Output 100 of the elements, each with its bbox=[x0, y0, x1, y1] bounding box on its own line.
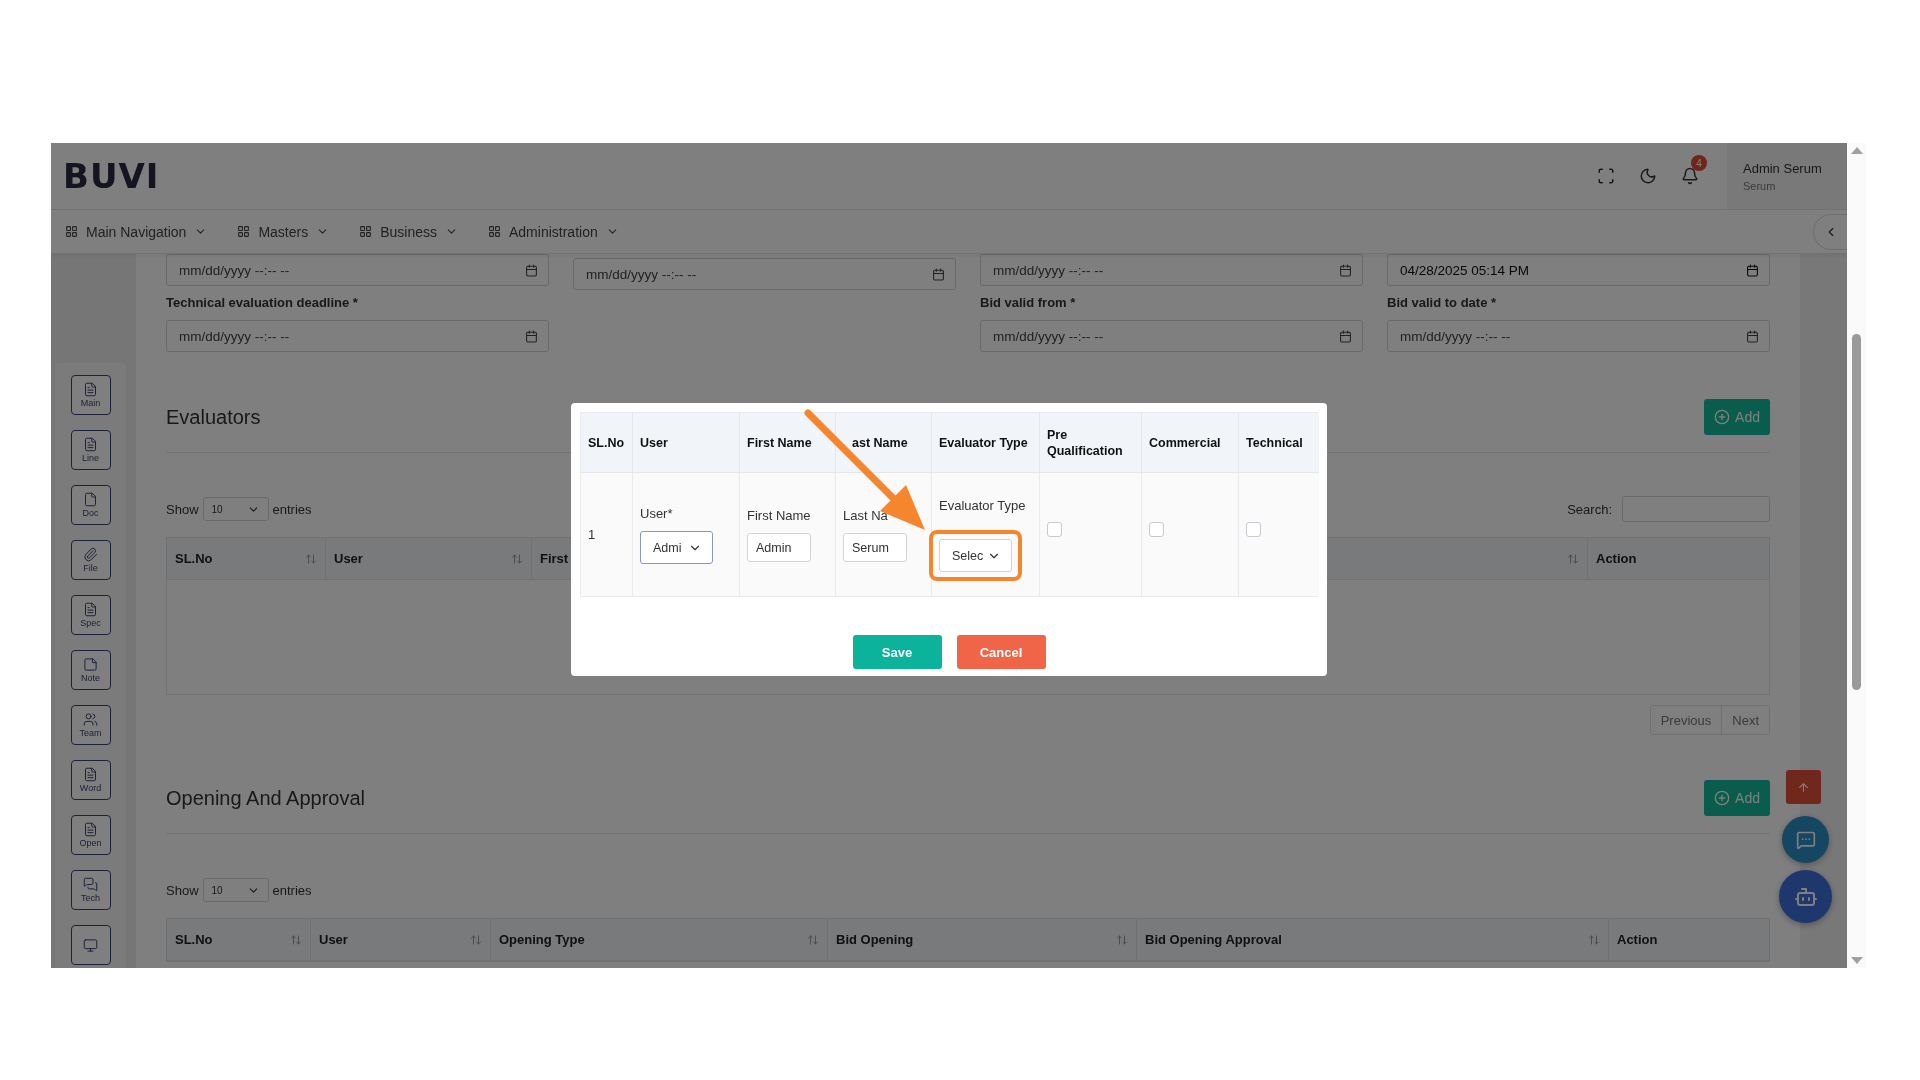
sidebar-button[interactable]: File bbox=[70, 540, 111, 580]
entries-select[interactable]: 10 bbox=[202, 878, 269, 902]
pagination-button[interactable]: Next bbox=[1721, 706, 1769, 734]
table-cell-text: 1 bbox=[588, 525, 597, 544]
collapse-button[interactable] bbox=[1813, 213, 1847, 250]
column-header: User bbox=[640, 434, 668, 451]
field-label: Technical evaluation deadline * bbox=[166, 294, 359, 312]
calendar-icon bbox=[1339, 329, 1352, 343]
field-label: Bid valid from * bbox=[980, 294, 1077, 312]
note-icon bbox=[83, 657, 98, 672]
column-header: Evaluator Type bbox=[939, 434, 1028, 451]
fullscreen-icon[interactable] bbox=[1597, 167, 1615, 185]
nav-menu-item[interactable]: Business bbox=[359, 223, 458, 240]
logo: BUVI bbox=[63, 156, 160, 196]
column-header[interactable]: First bbox=[540, 551, 569, 566]
date-field[interactable]: mm/dd/yyyy --:-- -- bbox=[166, 254, 549, 286]
calendar-icon bbox=[1746, 263, 1759, 277]
column-header[interactable]: Bid Opening bbox=[836, 932, 914, 947]
arrow-up-icon bbox=[1797, 780, 1810, 794]
notification-icon[interactable] bbox=[1681, 167, 1699, 185]
document-icon bbox=[83, 767, 98, 782]
column-header: SL.No bbox=[588, 434, 625, 451]
sidebar-button[interactable]: Line bbox=[70, 430, 111, 470]
calendar-icon bbox=[932, 267, 945, 281]
column-header[interactable]: Action bbox=[1596, 551, 1637, 566]
document-icon bbox=[83, 602, 98, 617]
column-header[interactable]: Opening Type bbox=[499, 932, 585, 947]
people-icon bbox=[83, 712, 98, 727]
notification-badge: 4 bbox=[1691, 155, 1707, 171]
sort-icon[interactable] bbox=[1567, 552, 1579, 565]
column-header: Commercial bbox=[1149, 434, 1221, 451]
show-label: Show bbox=[166, 882, 199, 898]
sidebar-button[interactable]: Spec bbox=[70, 595, 111, 635]
sidebar-button[interactable]: Note bbox=[70, 650, 111, 690]
search-label: Search: bbox=[1567, 501, 1612, 517]
nav-menu-item[interactable]: Administration bbox=[488, 223, 619, 240]
sort-icon[interactable] bbox=[511, 552, 523, 565]
document-icon bbox=[83, 822, 98, 837]
checkbox[interactable] bbox=[1246, 522, 1261, 537]
date-field[interactable]: mm/dd/yyyy --:-- -- bbox=[980, 320, 1363, 352]
grid-icon bbox=[488, 225, 501, 238]
grid-icon bbox=[237, 225, 251, 238]
sort-icon[interactable] bbox=[470, 933, 482, 946]
column-header[interactable]: User bbox=[319, 932, 348, 947]
sort-icon[interactable] bbox=[290, 933, 302, 946]
plus-icon bbox=[1714, 409, 1731, 425]
sidebar-button[interactable]: Team bbox=[70, 705, 111, 745]
grid-icon bbox=[65, 225, 78, 238]
column-header[interactable]: Action bbox=[1617, 932, 1658, 947]
chat-icon bbox=[1795, 829, 1816, 850]
sidebar-button[interactable]: Doc bbox=[70, 485, 111, 525]
field-label: Bid valid to date * bbox=[1387, 294, 1498, 312]
sidebar-button[interactable]: Main bbox=[70, 375, 111, 415]
user-name: Admin Serum bbox=[1743, 160, 1823, 176]
checkbox[interactable] bbox=[1149, 522, 1164, 537]
date-field[interactable]: 04/28/2025 05:14 PM bbox=[1387, 254, 1770, 286]
cancel-button[interactable]: Cancel bbox=[956, 635, 1046, 669]
sort-icon[interactable] bbox=[1116, 933, 1128, 946]
entries-select[interactable]: 10 bbox=[202, 497, 269, 521]
sidebar-button[interactable] bbox=[70, 925, 111, 965]
moon-icon[interactable] bbox=[1639, 167, 1657, 185]
section-title: Opening And Approval bbox=[166, 786, 366, 810]
monitor-icon bbox=[83, 937, 98, 953]
entries-label: entries bbox=[272, 501, 312, 517]
column-header: First Name bbox=[747, 434, 812, 451]
entries-label: entries bbox=[272, 882, 312, 898]
scrollbar[interactable] bbox=[1847, 143, 1866, 968]
checkbox[interactable] bbox=[1047, 522, 1062, 537]
text-field[interactable]: Serum bbox=[843, 533, 907, 562]
select-field[interactable]: Admi bbox=[640, 531, 713, 564]
text-field[interactable]: Admin bbox=[747, 533, 811, 562]
field-label: Last Na bbox=[843, 507, 889, 525]
show-label: Show bbox=[166, 501, 199, 517]
sidebar-button[interactable]: Tech bbox=[70, 870, 111, 910]
select-field[interactable]: Selec bbox=[939, 539, 1012, 572]
column-header[interactable]: Bid Opening Approval bbox=[1145, 932, 1282, 947]
column-header[interactable]: SL.No bbox=[175, 932, 213, 947]
column-header[interactable]: User bbox=[334, 551, 363, 566]
sidebar-button[interactable]: Open bbox=[70, 815, 111, 855]
save-button[interactable]: Save bbox=[852, 635, 942, 669]
grid-icon bbox=[359, 225, 373, 238]
date-field[interactable]: mm/dd/yyyy --:-- -- bbox=[980, 254, 1363, 286]
date-field[interactable]: mm/dd/yyyy --:-- -- bbox=[1387, 320, 1770, 352]
column-header: Pre Qualification bbox=[1047, 426, 1124, 459]
scroll-top-button[interactable] bbox=[1786, 770, 1821, 804]
calendar-icon bbox=[1746, 329, 1759, 343]
calendar-icon bbox=[525, 263, 538, 277]
document-icon bbox=[83, 437, 98, 452]
sidebar-button[interactable]: Word bbox=[70, 760, 111, 800]
date-field[interactable]: mm/dd/yyyy --:-- -- bbox=[166, 320, 549, 352]
calendar-icon bbox=[1339, 263, 1352, 277]
sort-icon[interactable] bbox=[807, 933, 819, 946]
paperclip-icon bbox=[83, 547, 98, 562]
sort-icon[interactable] bbox=[305, 552, 317, 565]
nav-menu-item[interactable]: Main Navigation bbox=[65, 223, 208, 240]
plus-icon bbox=[1714, 790, 1731, 806]
column-header[interactable]: SL.No bbox=[175, 551, 213, 566]
nav-menu-item[interactable]: Masters bbox=[237, 223, 330, 240]
sort-icon[interactable] bbox=[1588, 933, 1600, 946]
date-field[interactable]: mm/dd/yyyy --:-- -- bbox=[573, 258, 956, 290]
